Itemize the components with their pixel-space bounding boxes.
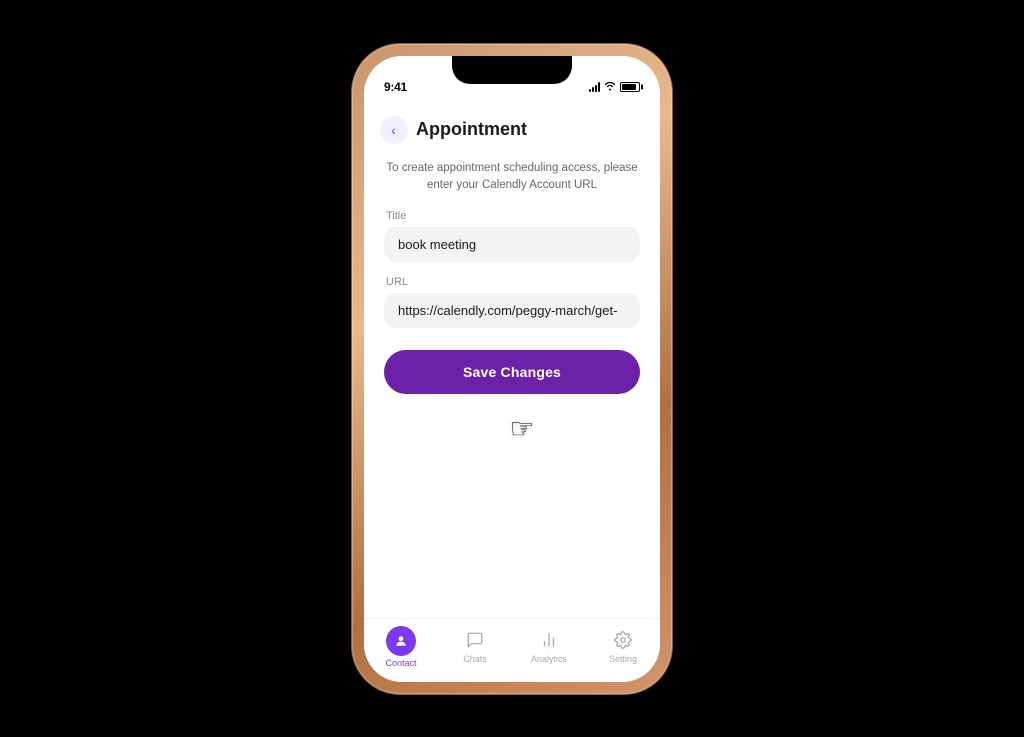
title-label: Title	[384, 210, 640, 222]
contact-nav-icon	[386, 626, 416, 656]
page-title: Appointment	[416, 119, 527, 140]
title-field-group: Title	[384, 210, 640, 262]
analytics-nav-icon	[540, 631, 558, 652]
url-label: URL	[384, 276, 640, 288]
nav-item-setting[interactable]: Setting	[601, 631, 646, 664]
url-input[interactable]	[384, 293, 640, 328]
chevron-left-icon: ‹	[391, 123, 396, 137]
back-button[interactable]: ‹	[380, 116, 408, 144]
url-field-group: URL	[384, 276, 640, 328]
chats-nav-label: Chats	[463, 654, 487, 664]
phone-screen: 9:41	[364, 56, 660, 682]
title-input[interactable]	[384, 227, 640, 262]
subtitle-text: To create appointment scheduling access,…	[384, 160, 640, 195]
chats-nav-icon	[466, 631, 484, 652]
phone-notch	[452, 56, 572, 84]
status-time: 9:41	[384, 80, 407, 94]
bottom-nav: Contact Chats	[364, 618, 660, 682]
nav-item-analytics[interactable]: Analytics	[527, 631, 572, 664]
status-icons	[589, 81, 640, 94]
signal-icon	[589, 82, 600, 92]
nav-item-contact[interactable]: Contact	[379, 626, 424, 668]
form-area: To create appointment scheduling access,…	[364, 152, 660, 618]
screen-content: ‹ Appointment To create appointment sche…	[364, 100, 660, 682]
save-changes-button[interactable]: Save Changes	[384, 350, 640, 394]
battery-icon	[620, 82, 640, 92]
setting-nav-icon	[614, 631, 632, 652]
nav-item-chats[interactable]: Chats	[453, 631, 498, 664]
app-header: ‹ Appointment	[364, 100, 660, 152]
contact-nav-label: Contact	[385, 658, 416, 668]
wifi-icon	[604, 81, 616, 94]
analytics-nav-label: Analytics	[531, 654, 567, 664]
setting-nav-label: Setting	[609, 654, 637, 664]
phone-device: 9:41	[352, 44, 672, 694]
